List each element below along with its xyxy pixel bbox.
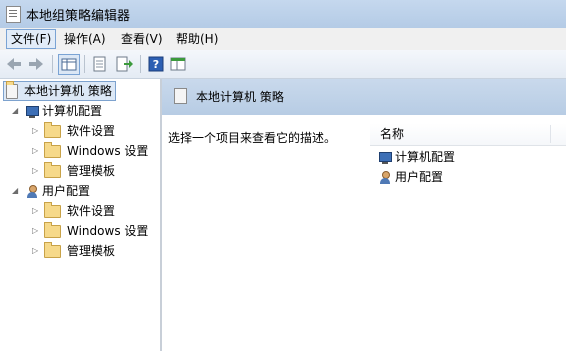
tree-pane: 本地计算机 策略 ◢ 计算机配置 ▷ 软件设置 ▷ Windows 设置 ▷ 管… [0,79,162,351]
folder-icon [44,222,61,238]
column-separator[interactable] [550,125,551,143]
item-list: 名称 计算机配置 用户配置 [370,115,566,351]
forward-arrow-icon[interactable] [26,54,46,74]
user-icon [378,170,392,185]
show-hide-tree-icon[interactable] [58,54,80,75]
properties-icon[interactable] [90,54,110,74]
toolbar-separator [84,55,85,73]
svg-text:?: ? [153,58,159,71]
collapse-arrow-icon[interactable]: ◢ [12,107,20,115]
extended-view-icon[interactable] [168,54,188,74]
help-icon[interactable]: ? [146,54,166,74]
folder-icon [44,142,61,158]
folder-icon [44,122,61,138]
menu-file[interactable]: 文件(F) [6,29,57,49]
tree-item-windows-settings[interactable]: Windows 设置 [44,141,148,161]
folder-icon [44,162,61,178]
tree-item-user-admin-templates[interactable]: 管理模板 [44,241,115,261]
folder-icon [44,202,61,218]
menu-action[interactable]: 操作(A) [60,30,110,48]
expand-arrow-icon[interactable]: ▷ [32,247,40,255]
expand-arrow-icon[interactable]: ▷ [32,127,40,135]
toolbar-separator [52,55,53,73]
menu-help[interactable]: 帮助(H) [172,30,222,48]
menu-view[interactable]: 查看(V) [117,30,167,48]
title-bar: 本地组策略编辑器 [0,0,566,28]
description-text: 选择一个项目来查看它的描述。 [168,131,337,145]
computer-icon [378,151,392,164]
tree-item-admin-templates[interactable]: 管理模板 [44,161,115,181]
user-icon [25,184,39,199]
list-item-user-config[interactable]: 用户配置 [378,167,443,187]
policy-doc-icon [6,6,21,23]
toolbar-separator [140,55,141,73]
window-title: 本地组策略编辑器 [26,9,131,24]
tree-item-user-config[interactable]: 用户配置 [25,181,90,201]
back-arrow-icon[interactable] [4,54,24,74]
folder-icon [44,242,61,258]
expand-arrow-icon[interactable]: ▷ [32,207,40,215]
list-item-computer-config[interactable]: 计算机配置 [378,147,455,167]
expand-arrow-icon[interactable]: ▷ [32,227,40,235]
tree-item-local-policy[interactable]: 本地计算机 策略 [3,81,116,101]
expand-arrow-icon[interactable]: ▷ [32,167,40,175]
details-title: 本地计算机 策略 [196,90,284,104]
tree-item-user-software-settings[interactable]: 软件设置 [44,201,115,221]
tree-item-computer-config[interactable]: 计算机配置 [25,101,102,121]
collapse-arrow-icon[interactable]: ◢ [12,187,20,195]
export-list-icon[interactable] [114,54,134,74]
details-pane: 本地计算机 策略 选择一个项目来查看它的描述。 名称 计算机配置 用户配置 [162,79,566,351]
details-header: 本地计算机 策略 [162,79,566,115]
column-header-name[interactable]: 名称 [370,123,566,146]
toolbar: ? [0,50,566,79]
policy-doc-icon [6,81,18,99]
tree-item-software-settings[interactable]: 软件设置 [44,121,115,141]
expand-arrow-icon[interactable]: ▷ [32,147,40,155]
tree-item-user-windows-settings[interactable]: Windows 设置 [44,221,148,241]
policy-doc-icon [174,88,187,104]
menu-bar: 文件(F) 操作(A) 查看(V) 帮助(H) [0,28,566,50]
computer-icon [25,105,39,118]
